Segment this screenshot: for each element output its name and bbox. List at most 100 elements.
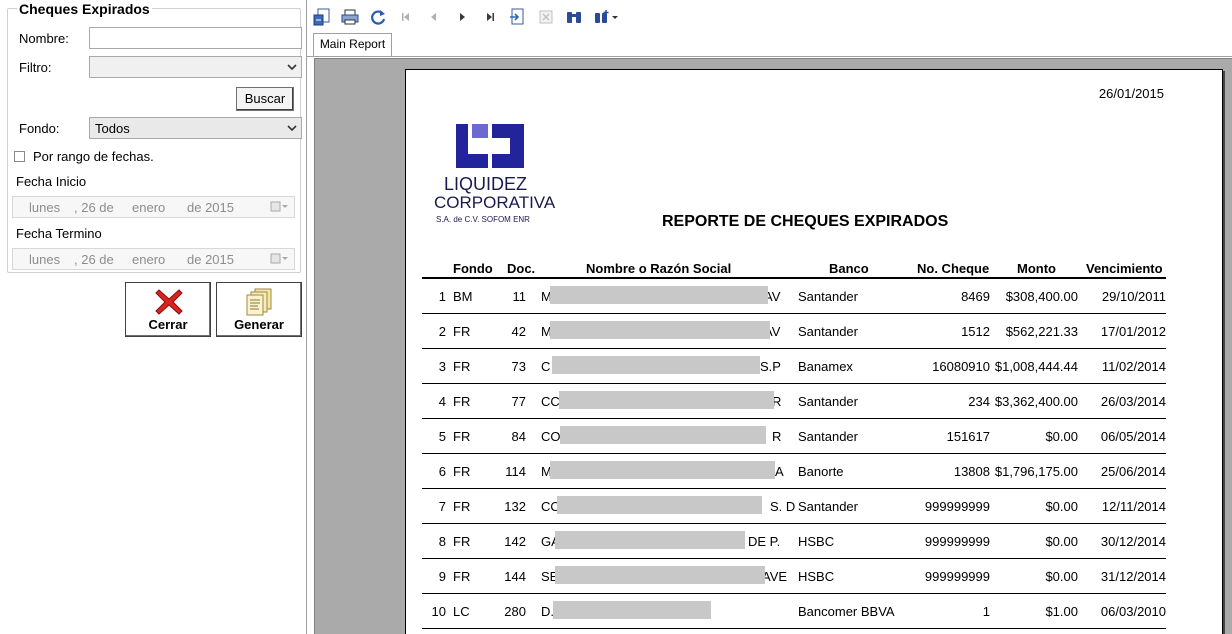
buscar-button[interactable]: Buscar [236, 87, 294, 111]
row-doc: 42 [511, 324, 526, 339]
row-cheque: 1512 [961, 324, 990, 339]
row-nombre-start: C [541, 359, 551, 374]
tab-main-report[interactable]: Main Report [313, 33, 392, 57]
prev-page-icon[interactable] [425, 8, 443, 26]
report-viewer: Main Report 26/01/2015 LIQUIDEZ CORPORAT… [306, 0, 1232, 634]
row-banco: Santander [798, 324, 858, 339]
row-doc: 114 [505, 464, 526, 479]
row-monto: $0.00 [1045, 534, 1078, 549]
row-doc: 280 [504, 604, 526, 619]
redaction-block [555, 531, 745, 549]
report-title: REPORTE DE CHEQUES EXPIRADOS [662, 213, 949, 230]
row-number: 10 [431, 604, 446, 619]
row-nombre-end: A [775, 464, 784, 479]
goto-page-icon[interactable] [509, 8, 527, 26]
row-cheque: 1 [982, 604, 990, 619]
last-page-icon[interactable] [481, 8, 499, 26]
row-banco: Santander [798, 394, 858, 409]
row-vencimiento: 11/02/2014 [1101, 359, 1166, 374]
calendar-dropdown-icon [270, 201, 288, 212]
row-number: 5 [438, 429, 446, 444]
zoom-icon[interactable] [593, 8, 619, 26]
refresh-icon[interactable] [369, 8, 387, 26]
row-cheque: 16080910 [932, 359, 990, 374]
cheques-expirados-group: Cheques Expirados Nombre: Filtro: Buscar… [7, 1, 302, 273]
fecha-inicio-picker[interactable]: lunes , 26 de enero de 2015 [12, 196, 295, 218]
redaction-block [557, 496, 762, 514]
chevron-down-icon [287, 64, 297, 71]
row-monto: $1,008,444.44 [994, 359, 1078, 374]
redaction-block [550, 286, 768, 304]
row-fondo: FR [453, 534, 471, 549]
fecha-inicio-year: de 2015 [187, 200, 234, 215]
row-fondo: BM [453, 289, 473, 304]
row-nombre-start: CC [541, 394, 560, 409]
row-nombre-end: S.P [760, 359, 781, 374]
filtro-select[interactable] [89, 56, 302, 78]
logo-text-line3: S.A. de C.V. SOFOM ENR [436, 215, 530, 224]
col-monto: Monto [1017, 261, 1056, 276]
group-title: Cheques Expirados [17, 1, 152, 17]
row-number: 3 [438, 359, 446, 374]
row-nombre-end: R [772, 429, 782, 444]
row-vencimiento: 17/01/2012 [1100, 324, 1166, 339]
row-doc: 132 [504, 499, 526, 514]
close-view-icon[interactable] [537, 8, 555, 26]
row-nombre-end: DE P. [748, 534, 781, 549]
row-monto: $1,796,175.00 [994, 464, 1078, 479]
col-banco: Banco [829, 261, 869, 276]
table-row: 9 FR 144 SE AVE HSBC 999999999 $0.00 31/12/2014 [422, 559, 1166, 594]
report-tabstrip: Main Report [307, 32, 1232, 58]
col-cheque: No. Cheque [917, 261, 990, 276]
filtro-label: Filtro: [19, 60, 52, 75]
cerrar-button[interactable]: Cerrar [125, 282, 211, 337]
redaction-block [560, 426, 766, 444]
row-cheque: 999999999 [924, 569, 990, 584]
row-cheque: 151617 [946, 429, 990, 444]
fecha-termino-label: Fecha Termino [16, 226, 102, 241]
fecha-inicio-dow: lunes [29, 200, 61, 215]
rango-fechas-checkbox[interactable] [14, 151, 25, 162]
report-date: 26/01/2015 [1098, 86, 1164, 101]
fecha-termino-picker[interactable]: lunes , 26 de enero de 2015 [12, 248, 295, 270]
rango-fechas-label: Por rango de fechas. [33, 149, 154, 164]
liquidez-logo-icon [456, 124, 524, 168]
first-page-icon[interactable] [397, 8, 415, 26]
fondo-label: Fondo: [19, 121, 60, 136]
table-row: 10 LC 280 D. Bancomer BBVA 1 $1.00 06/03/2010 [422, 594, 1166, 629]
redaction-block [550, 321, 770, 339]
row-monto: $0.00 [1045, 499, 1078, 514]
print-icon[interactable] [341, 8, 359, 26]
row-nombre-start: CO [541, 429, 561, 444]
row-doc: 73 [511, 359, 526, 374]
logo-text-line1: LIQUIDEZ [444, 174, 528, 194]
row-banco: Santander [798, 289, 858, 304]
row-vencimiento: 30/12/2014 [1100, 534, 1166, 549]
nombre-input[interactable] [89, 27, 302, 49]
row-cheque: 999999999 [924, 534, 990, 549]
row-monto: $0.00 [1045, 429, 1078, 444]
cerrar-label: Cerrar [148, 317, 188, 332]
viewer-toolbar [307, 0, 1232, 32]
chevron-down-icon [287, 125, 297, 132]
fecha-inicio-day: , 26 de [74, 200, 114, 215]
report-page: 26/01/2015 LIQUIDEZ CORPORATIVA S.A. de … [405, 69, 1223, 634]
export-icon[interactable] [313, 8, 331, 26]
nombre-label: Nombre: [19, 31, 69, 46]
row-number: 6 [438, 464, 446, 479]
next-page-icon[interactable] [453, 8, 471, 26]
row-vencimiento: 25/06/2014 [1100, 464, 1166, 479]
row-nombre-end: S. D [770, 499, 796, 514]
binoculars-icon[interactable] [565, 8, 583, 26]
row-doc: 142 [504, 534, 526, 549]
report-area[interactable]: 26/01/2015 LIQUIDEZ CORPORATIVA S.A. de … [314, 58, 1232, 634]
generar-button[interactable]: Generar [216, 282, 302, 337]
row-cheque: 999999999 [924, 499, 990, 514]
redaction-block [550, 461, 775, 479]
row-number: 7 [438, 499, 446, 514]
row-cheque: 8469 [961, 289, 990, 304]
fondo-select[interactable]: Todos [89, 117, 302, 139]
row-banco: Santander [798, 429, 858, 444]
row-fondo: FR [453, 464, 471, 479]
row-fondo: FR [453, 359, 471, 374]
